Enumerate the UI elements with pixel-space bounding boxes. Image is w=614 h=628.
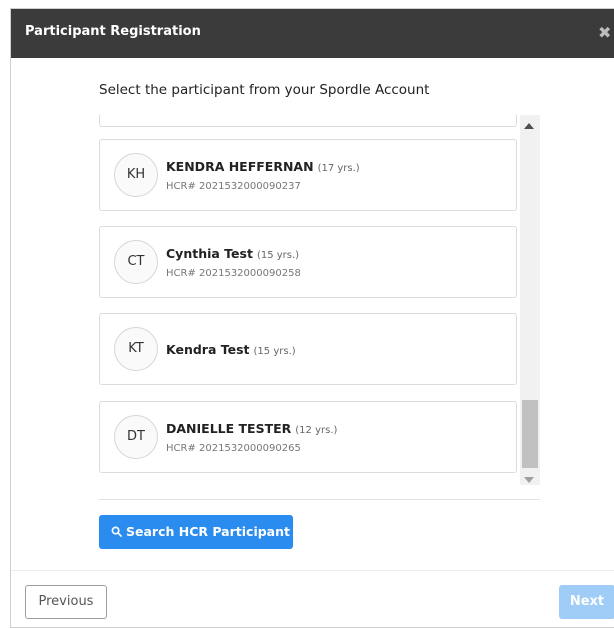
avatar: DT <box>114 415 158 459</box>
participant-age: (15 yrs.) <box>253 346 296 357</box>
participant-name: DANIELLE TESTER <box>166 421 292 436</box>
instruction-text: Select the participant from your Spordle… <box>99 82 430 98</box>
participant-hcr: HCR# 2021532000090265 <box>166 443 301 454</box>
participant-name: Cynthia Test <box>166 246 253 261</box>
chevron-down-icon[interactable] <box>524 477 534 483</box>
participant-hcr: HCR# 2021532000090258 <box>166 268 301 279</box>
participant-card-ct[interactable]: CT Cynthia Test (15 yrs.) HCR# 2021532000… <box>99 226 517 298</box>
divider <box>99 499 540 500</box>
chevron-up-icon[interactable] <box>524 123 534 129</box>
participant-card-kt[interactable]: KT Kendra Test (15 yrs.) <box>99 313 517 385</box>
previous-button[interactable]: Previous <box>25 585 107 619</box>
list-item[interactable] <box>99 115 517 127</box>
next-button[interactable]: Next <box>559 585 614 619</box>
modal-title: Participant Registration <box>25 24 201 39</box>
participant-name: KENDRA HEFFERNAN <box>166 159 314 174</box>
search-hcr-participant-button[interactable]: Search HCR Participant <box>99 515 293 549</box>
scrollbar-thumb[interactable] <box>522 400 538 468</box>
participant-list[interactable]: KH KENDRA HEFFERNAN (17 yrs.) HCR# 202153… <box>99 115 540 485</box>
search-icon <box>111 526 122 537</box>
participant-age: (12 yrs.) <box>295 425 338 436</box>
close-icon[interactable]: ✖ <box>598 23 611 42</box>
scrollbar[interactable] <box>520 115 540 485</box>
avatar: CT <box>114 240 158 284</box>
participant-registration-modal: Participant Registration ✖ Select the pa… <box>10 8 614 628</box>
footer-divider <box>11 570 614 571</box>
participant-card-dt[interactable]: DT DANIELLE TESTER (12 yrs.) HCR# 2021532… <box>99 401 517 473</box>
participant-card-kh[interactable]: KH KENDRA HEFFERNAN (17 yrs.) HCR# 202153… <box>99 139 517 211</box>
participant-hcr: HCR# 2021532000090237 <box>166 181 301 192</box>
participant-age: (15 yrs.) <box>256 250 300 261</box>
search-button-label: Search HCR Participant <box>126 524 290 539</box>
participant-age: (17 yrs.) <box>317 163 360 174</box>
modal-header: Participant Registration ✖ <box>11 9 614 58</box>
avatar: KT <box>114 327 158 371</box>
participant-name: Kendra Test <box>166 342 250 357</box>
avatar: KH <box>114 153 158 197</box>
